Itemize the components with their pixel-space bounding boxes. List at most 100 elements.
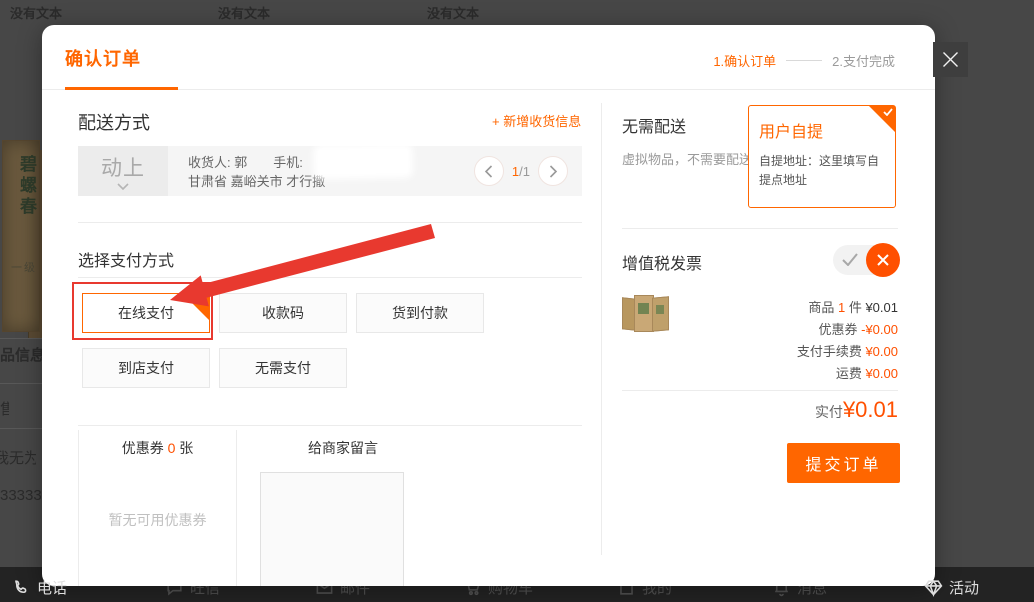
confirm-order-modal: 确认订单 1.确认订单 2.支付完成 配送方式 + 新增收货信息 动上 收货人:… xyxy=(42,25,935,586)
nav-item-phone[interactable]: 电话 xyxy=(12,577,67,598)
payment-option-online[interactable]: 在线支付 xyxy=(82,293,210,333)
pickup-desc: 自提地址：这里填写自提点地址 xyxy=(759,152,885,190)
product-bag xyxy=(652,296,669,331)
bg-top-text: 没有文本 xyxy=(10,3,62,22)
payment-option-label: 货到付款 xyxy=(392,303,448,323)
item-qty-unit: 件 xyxy=(849,300,862,315)
coupon-unit: 张 xyxy=(179,440,193,456)
pickup-title: 用户自提 xyxy=(759,118,885,142)
invoice-heading: 增值税发票 xyxy=(622,250,702,274)
bg-divider xyxy=(0,383,42,384)
payment-option-qrcode[interactable]: 收款码 xyxy=(219,293,347,333)
phone-label: 手机: xyxy=(273,155,303,170)
shipping-none-option[interactable]: 无需配送 虚拟物品，不需要配送 xyxy=(622,113,754,170)
freight-value: ¥0.00 xyxy=(865,366,898,381)
product-bag-label xyxy=(656,305,664,314)
summary-fee-line: 支付手续费 ¥0.00 xyxy=(797,341,898,360)
coupon-line-label: 优惠券 xyxy=(818,322,857,337)
coupon-line-value: -¥0.00 xyxy=(861,322,898,337)
bg-partial-info: 品信息 xyxy=(0,344,42,365)
payment-option-label: 收款码 xyxy=(262,303,304,323)
address-info: 收货人: 郭 手机: 甘肃省 嘉峪关市 才行撒 xyxy=(168,146,474,196)
check-icon xyxy=(842,253,858,266)
coupon-count: 0 xyxy=(168,440,176,456)
chevron-down-icon xyxy=(117,183,129,190)
product-thumbnail xyxy=(622,293,674,335)
item-qty: 1 xyxy=(838,300,845,315)
payment-option-nopay[interactable]: 无需支付 xyxy=(219,348,347,388)
bg-top-text: 没有文本 xyxy=(218,3,270,22)
section-divider xyxy=(622,390,898,391)
message-textarea[interactable] xyxy=(260,472,404,586)
bg-product-name: 碧螺春 xyxy=(3,155,39,218)
bg-divider xyxy=(0,338,42,339)
check-icon xyxy=(197,296,207,304)
fee-label: 支付手续费 xyxy=(797,344,862,359)
invoice-toggle[interactable] xyxy=(833,245,897,275)
payment-heading-divider xyxy=(78,277,582,278)
bg-numbers: 3333333333 xyxy=(0,487,42,504)
section-divider xyxy=(78,425,582,426)
delivery-heading: 配送方式 xyxy=(78,109,150,135)
next-address-button[interactable] xyxy=(538,156,568,186)
bg-product-grade: 一级 xyxy=(11,259,37,275)
address-pager: 1/1 xyxy=(474,146,582,196)
shipping-none-desc: 虚拟物品，不需要配送 xyxy=(622,149,754,170)
pickup-option-selected[interactable]: 用户自提 自提地址：这里填写自提点地址 xyxy=(748,105,896,208)
total-label: 实付 xyxy=(815,404,843,420)
active-tab-underline xyxy=(65,87,178,90)
total-value: ¥0.01 xyxy=(843,397,898,422)
summary-coupon-line: 优惠券 -¥0.00 xyxy=(818,319,898,338)
freight-label: 运费 xyxy=(836,366,862,381)
nav-item-activity[interactable]: 活动 xyxy=(924,577,979,598)
step-confirm-order: 1.确认订单 xyxy=(713,51,776,70)
coupon-title: 优惠券 0 张 xyxy=(79,438,236,458)
gem-icon xyxy=(924,578,943,597)
bg-product-image: 碧螺春 一级 xyxy=(2,140,40,332)
bg-partial-line: 我无为 xyxy=(0,447,36,468)
address-card[interactable]: 动上 收货人: 郭 手机: 甘肃省 嘉峪关市 才行撒 1/1 xyxy=(78,146,582,196)
total-row: 实付¥0.01 xyxy=(815,397,898,423)
modal-title: 确认订单 xyxy=(65,45,141,71)
step-divider xyxy=(786,60,822,61)
payment-option-label: 到店支付 xyxy=(118,358,174,378)
summary-item-line: 商品 1 件 ¥0.01 xyxy=(808,297,898,316)
checkout-steps: 1.确认订单 2.支付完成 xyxy=(713,51,895,70)
carrier-label: 动上 xyxy=(101,152,145,182)
section-divider xyxy=(78,222,582,223)
message-heading: 给商家留言 xyxy=(238,438,448,458)
add-address-link[interactable]: + 新增收货信息 xyxy=(492,111,581,130)
close-icon xyxy=(940,49,961,70)
item-label: 商品 xyxy=(808,300,834,315)
item-value: ¥0.01 xyxy=(865,300,898,315)
phone-number-redaction xyxy=(318,148,408,175)
bg-divider xyxy=(0,428,42,429)
bg-partial-char: 售 xyxy=(0,398,9,419)
payment-option-label: 在线支付 xyxy=(118,303,174,323)
payment-option-label: 无需支付 xyxy=(255,358,311,378)
delivery-carrier-tab[interactable]: 动上 xyxy=(78,146,168,196)
fee-value: ¥0.00 xyxy=(865,344,898,359)
payment-option-instore[interactable]: 到店支付 xyxy=(82,348,210,388)
merchant-message-panel: 给商家留言 xyxy=(238,430,448,586)
payment-heading: 选择支付方式 xyxy=(78,247,174,271)
coupon-empty-text: 暂无可用优惠券 xyxy=(79,510,236,530)
close-button[interactable] xyxy=(933,42,968,77)
shipping-none-title: 无需配送 xyxy=(622,113,754,137)
coupon-label: 优惠券 xyxy=(122,440,164,456)
product-bag-label xyxy=(638,303,649,314)
phone-icon xyxy=(12,578,31,597)
nav-item-label: 活动 xyxy=(949,577,979,598)
x-icon xyxy=(876,253,890,267)
nav-item-label: 电话 xyxy=(37,577,67,598)
address-text: 甘肃省 嘉峪关市 才行撒 xyxy=(188,172,474,191)
section-divider xyxy=(622,228,898,229)
payment-option-cod[interactable]: 货到付款 xyxy=(356,293,484,333)
check-icon xyxy=(883,108,893,116)
receiver-name: 收货人: 郭 xyxy=(188,155,247,170)
submit-order-button[interactable]: 提交订单 xyxy=(787,443,900,483)
pager-count: 1/1 xyxy=(512,164,530,179)
prev-address-button[interactable] xyxy=(474,156,504,186)
step-payment-complete: 2.支付完成 xyxy=(832,51,895,70)
coupon-panel: 优惠券 0 张 暂无可用优惠券 xyxy=(78,430,237,586)
